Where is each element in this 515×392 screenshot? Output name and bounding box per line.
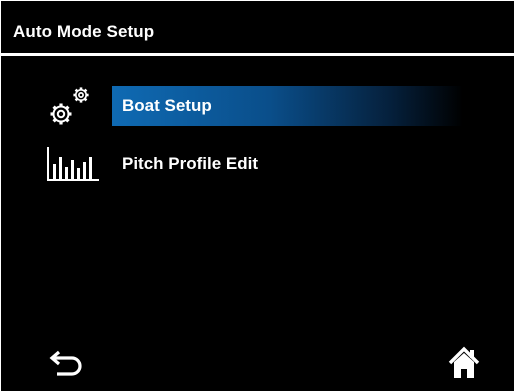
menu-item-label: Pitch Profile Edit xyxy=(122,154,259,173)
back-arrow-icon xyxy=(49,350,87,384)
menu-item-label: Boat Setup xyxy=(112,86,463,126)
page-title: Auto Mode Setup xyxy=(13,22,155,41)
device-screen: Auto Mode Setup Boat Setup Pitch Profile… xyxy=(0,0,515,392)
title-bar: Auto Mode Setup xyxy=(1,1,514,56)
home-icon xyxy=(447,346,481,385)
gears-icon xyxy=(43,84,103,130)
home-button[interactable] xyxy=(447,345,481,381)
bar-chart-icon xyxy=(43,142,103,188)
back-button[interactable] xyxy=(49,346,87,380)
menu-item-pitch-profile-edit[interactable]: Pitch Profile Edit xyxy=(43,142,463,188)
menu-item-boat-setup[interactable]: Boat Setup xyxy=(43,84,463,130)
